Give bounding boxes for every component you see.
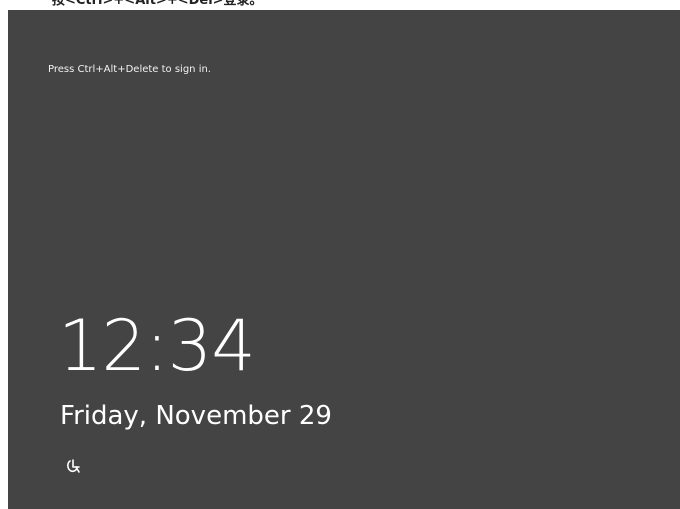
- signin-hint: Press Ctrl+Alt+Delete to sign in.: [48, 64, 211, 75]
- ease-of-access-glyph: [67, 459, 80, 473]
- lock-screen[interactable]: Press Ctrl+Alt+Delete to sign in. 12:34 …: [8, 10, 680, 509]
- page: 按<Ctrl>+<Alt>+<Del>登录。 Press Ctrl+Alt+De…: [0, 0, 680, 509]
- caption-text: 按<Ctrl>+<Alt>+<Del>登录。: [52, 0, 263, 8]
- clock-time: 12:34: [58, 305, 256, 387]
- clock-date: Friday, November 29: [60, 401, 332, 431]
- ease-of-access-icon[interactable]: [64, 458, 82, 476]
